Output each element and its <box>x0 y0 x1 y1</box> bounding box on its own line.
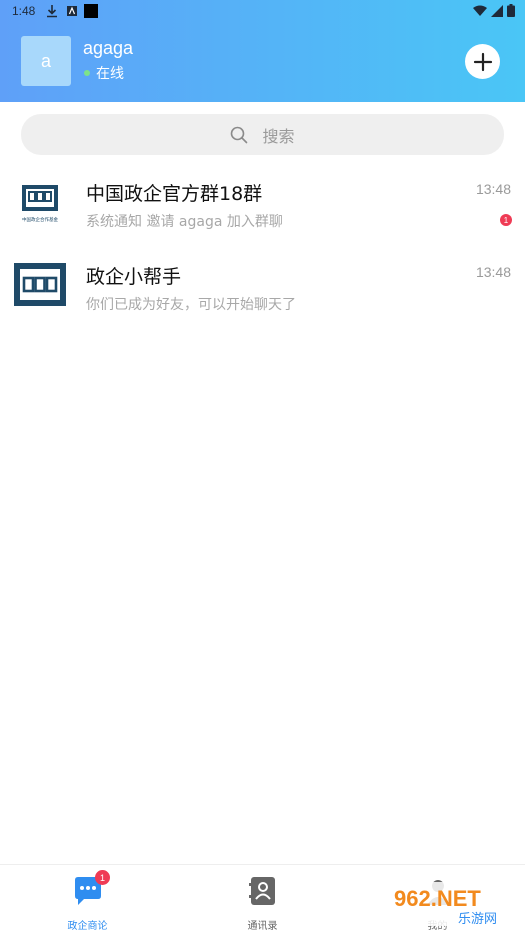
tab-label: 政企商论 <box>67 921 108 932</box>
wifi-icon <box>473 5 487 16</box>
black-square-icon <box>84 4 98 18</box>
tab-unread-badge: 1 <box>95 870 110 885</box>
online-status-dot <box>84 70 90 76</box>
conversation-preview: 你们已成为好友，可以开始聊天了 <box>86 297 296 313</box>
download-icon <box>47 5 57 18</box>
user-avatar[interactable]: a <box>21 36 71 86</box>
conversation-item[interactable]: 中国政企合作基金 中国政企官方群18群 13:48 系统通知 邀请 agaga … <box>0 177 525 255</box>
conversation-time: 13:48 <box>475 264 511 280</box>
avatar-letter: a <box>40 50 51 71</box>
conversation-title: 政企小帮手 <box>86 266 182 288</box>
search-placeholder: 搜索 <box>262 126 295 146</box>
status-bar: 1:48 <box>0 0 525 24</box>
conversation-title: 中国政企官方群18群 <box>86 183 263 205</box>
conversation-preview: 系统通知 邀请 agaga 加入群聊 <box>86 214 283 230</box>
search-input[interactable]: 搜索 <box>21 114 504 155</box>
contact-book-icon <box>249 877 275 905</box>
search-icon <box>231 126 248 143</box>
user-name: agaga <box>83 38 134 58</box>
tab-chats[interactable]: 1 政企商论 <box>0 865 175 933</box>
status-indicators <box>473 4 515 17</box>
group-avatar: 中国政企合作基金 <box>12 177 68 233</box>
conversation-item[interactable]: 政企小帮手 13:48 你们已成为好友，可以开始聊天了 <box>0 260 525 338</box>
logo-caption: 中国政企合作基金 <box>22 216 58 223</box>
cellular-signal-icon <box>491 4 503 17</box>
app-screen: 1:48 a agaga 在线 搜索 中国政企合作基金 中国政企官方群18群 1… <box>0 0 525 933</box>
plus-icon <box>473 52 492 71</box>
government-logo-icon: 中国政企合作基金 <box>12 177 68 233</box>
watermark-sub: 乐游网 <box>458 912 497 927</box>
government-logo-icon <box>12 260 68 316</box>
conversation-time: 13:48 <box>475 181 511 197</box>
header: 1:48 a agaga 在线 <box>0 0 525 102</box>
app-notification-icon <box>67 6 77 16</box>
status-time: 1:48 <box>12 4 36 18</box>
site-watermark: 962.NET 乐游网 <box>386 880 521 928</box>
battery-icon <box>507 4 515 17</box>
tab-label: 通讯录 <box>247 921 278 932</box>
watermark-logo: 962.NET 乐游网 <box>386 882 521 927</box>
unread-badge: 1 <box>500 214 512 226</box>
contact-avatar <box>12 260 68 316</box>
watermark-brand: 962.NET <box>394 886 481 911</box>
add-button[interactable] <box>465 44 500 79</box>
online-status-text: 在线 <box>96 66 124 82</box>
tab-contacts[interactable]: 通讯录 <box>175 865 350 933</box>
